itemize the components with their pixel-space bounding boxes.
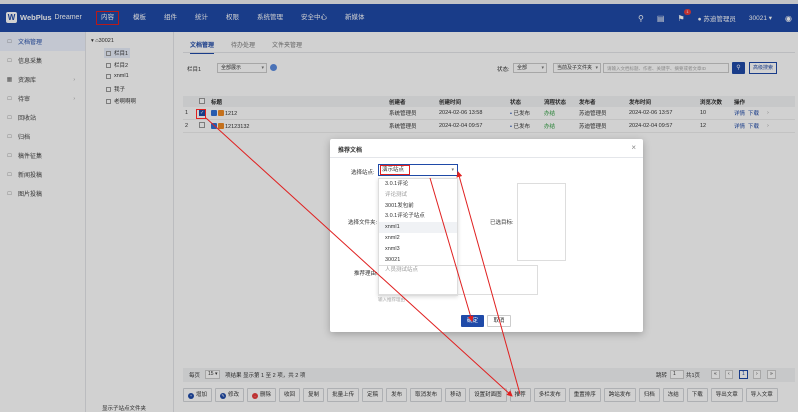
site-label: 选择站点: bbox=[351, 170, 375, 176]
reason-label: 推荐理由: bbox=[354, 271, 378, 277]
dropdown-option[interactable]: xnml2 bbox=[379, 233, 457, 244]
dropdown-option[interactable]: 评论测试 bbox=[379, 190, 457, 201]
chevron-down-icon: ▾ bbox=[451, 167, 454, 173]
dropdown-option[interactable]: 3.0.1评论 bbox=[379, 179, 457, 190]
highlight-box bbox=[380, 165, 410, 175]
dropdown-option[interactable]: 30021 bbox=[379, 255, 457, 266]
selected-target-box[interactable] bbox=[517, 183, 566, 261]
dropdown-option[interactable]: 3.0.1评论子站点 bbox=[379, 211, 457, 222]
target-label: 已选目标: bbox=[490, 220, 514, 226]
close-icon[interactable]: × bbox=[631, 143, 636, 152]
reason-textarea[interactable] bbox=[378, 265, 538, 295]
dropdown-option[interactable]: xnml1 bbox=[379, 222, 457, 233]
confirm-button[interactable]: 确定 bbox=[461, 315, 484, 327]
dropdown-option[interactable]: xnml3 bbox=[379, 244, 457, 255]
reason-hint: 输入推荐理由 bbox=[378, 297, 405, 302]
checkbox-highlight bbox=[196, 109, 206, 119]
cancel-button[interactable]: 取消 bbox=[487, 315, 511, 327]
folder-label: 选择文件夹: bbox=[348, 220, 378, 226]
dropdown-option[interactable]: 3001发包前 bbox=[379, 201, 457, 212]
recommend-dialog: 推荐文档 × 选择站点: 演示站点 ▾ 3.0.1评论 评论测试 3001发包前 … bbox=[330, 139, 643, 332]
dialog-title: 推荐文档 bbox=[338, 148, 363, 154]
dialog-divider bbox=[330, 157, 643, 158]
